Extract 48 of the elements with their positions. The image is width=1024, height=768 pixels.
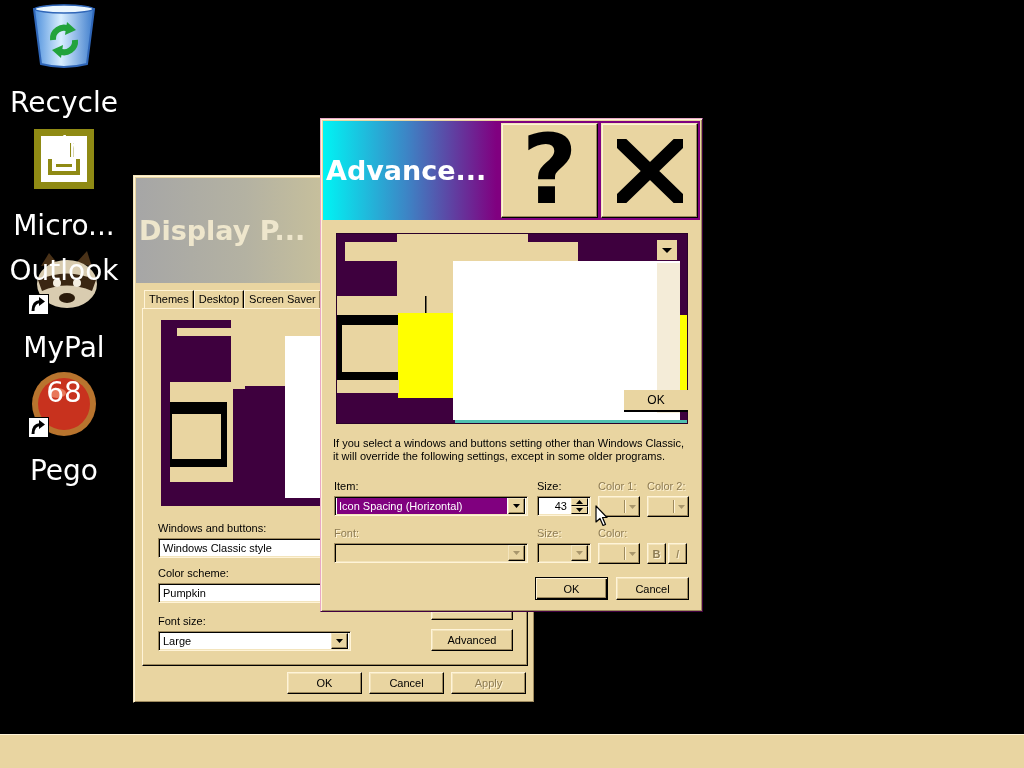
arrow-button[interactable] bbox=[508, 498, 525, 514]
field-label: Color: bbox=[598, 526, 628, 540]
close-button[interactable] bbox=[601, 123, 698, 218]
caret-down-icon bbox=[678, 504, 685, 509]
field-label: Font: bbox=[334, 526, 360, 540]
caret-down-icon bbox=[629, 551, 636, 556]
field-label: Font size: bbox=[158, 614, 206, 628]
spinner-field[interactable]: 43 bbox=[537, 496, 591, 516]
caret-down-icon bbox=[629, 504, 636, 509]
tab[interactable]: Desktop bbox=[193, 290, 245, 308]
inbox-icon[interactable] bbox=[34, 129, 94, 189]
arrow-button[interactable] bbox=[331, 633, 348, 649]
field-label: Windows and buttons: bbox=[158, 521, 267, 535]
sample-button[interactable]: OK bbox=[624, 390, 688, 412]
tab[interactable]: Screen Saver bbox=[244, 290, 321, 308]
text-field[interactable]: Pumpkin bbox=[158, 583, 323, 603]
advanced-button[interactable]: Advanced bbox=[431, 629, 513, 651]
dropdown-field[interactable]: Icon Spacing (Horizontal) bbox=[334, 496, 528, 516]
tab[interactable]: Themes bbox=[144, 290, 194, 308]
caret-down-icon bbox=[336, 639, 343, 643]
caret-up-icon bbox=[576, 500, 583, 504]
dialog-button[interactable]: Cancel bbox=[369, 672, 444, 694]
help-button[interactable]: ? bbox=[501, 123, 598, 218]
dropdown-field[interactable]: Large bbox=[158, 631, 351, 651]
partial-button[interactable] bbox=[431, 612, 513, 620]
caret-down-icon bbox=[576, 508, 583, 512]
field-label: Size: bbox=[537, 479, 562, 493]
field-label: Color 1: bbox=[598, 479, 637, 493]
icon-label[interactable]: MyPal 68 bbox=[4, 325, 124, 415]
caret-down-icon bbox=[576, 551, 583, 555]
text-field[interactable]: Windows Classic style bbox=[158, 538, 323, 558]
field-label: Item: bbox=[334, 479, 359, 493]
caret-down-icon bbox=[513, 504, 520, 508]
cursor-icon bbox=[595, 505, 608, 527]
close-icon bbox=[616, 138, 683, 203]
field-label: Color 2: bbox=[647, 479, 686, 493]
icon-label[interactable]: Pego bbox=[4, 448, 124, 493]
field-label: Size: bbox=[537, 526, 562, 540]
recycle-bin-icon[interactable] bbox=[32, 2, 96, 70]
field-label: Color scheme: bbox=[158, 566, 229, 580]
spin-down-button[interactable] bbox=[571, 506, 588, 514]
spin-up-button[interactable] bbox=[571, 498, 588, 506]
ball-icon[interactable] bbox=[31, 371, 97, 437]
caret-down-icon bbox=[513, 551, 520, 555]
dialog-button[interactable]: Cancel bbox=[616, 577, 689, 600]
dialog-button[interactable]: OK bbox=[535, 577, 608, 600]
dialog-button[interactable]: OK bbox=[287, 672, 362, 694]
note-text: If you select a windows and buttons setting other than Windows Classic, it will override the following settings, except in some older programs. bbox=[333, 437, 685, 463]
